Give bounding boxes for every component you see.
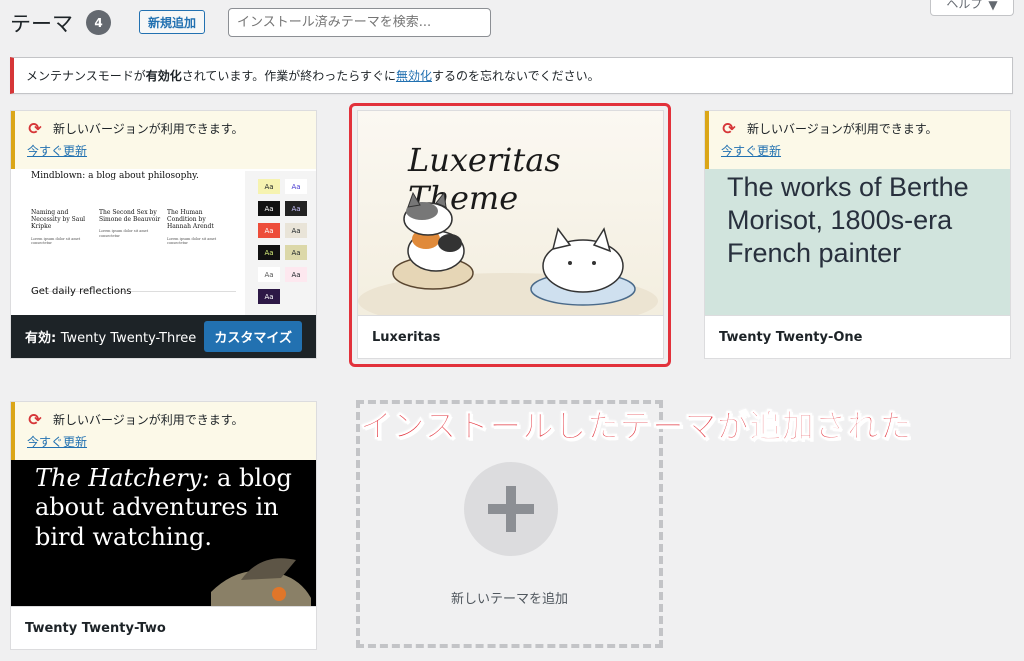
theme-name-bar: Luxeritas — [358, 315, 663, 358]
style-swatch: Aa — [285, 245, 307, 260]
style-swatch: Aa — [285, 267, 307, 282]
help-label: ヘルプ — [946, 0, 983, 11]
caret-down-icon: ▼ — [988, 0, 998, 12]
preview-post: The Human Condition by Hannah Arendt Lore… — [167, 209, 217, 246]
theme-name-bar: Twenty Twenty-Two — [11, 606, 316, 649]
style-swatch: Aa — [258, 289, 280, 304]
active-theme-bar: 有効: Twenty Twenty-Three カスタマイズ — [11, 315, 316, 358]
help-tab[interactable]: ヘルプ ▼ — [930, 0, 1014, 16]
preview-headline: The works of Berthe Morisot, 1800s-era F… — [727, 172, 969, 268]
notice-text-3: するのを忘れないでください。 — [432, 69, 600, 83]
theme-name: Twenty Twenty-Two — [25, 620, 166, 636]
theme-card-luxeritas[interactable]: Luxeritas Theme Luxeritas — [357, 110, 664, 359]
theme-name: Twenty Twenty-Three — [60, 331, 197, 346]
style-swatch: Aa — [285, 201, 307, 216]
theme-name-bar: Twenty Twenty-One — [705, 315, 1010, 358]
notice-text-2: されています。作業が終わったらすぐに — [181, 69, 396, 83]
update-icon: ⟳ — [28, 410, 42, 429]
cat-illustration — [358, 191, 658, 315]
disable-link[interactable]: 無効化 — [396, 67, 432, 84]
update-message: 新しいバージョンが利用できます。 — [53, 413, 244, 427]
preview-post: The Second Sex by Simone de Beauvoir Lore… — [99, 209, 161, 239]
update-message: 新しいバージョンが利用できます。 — [53, 122, 244, 136]
update-now-link[interactable]: 今すぐ更新 — [721, 142, 998, 159]
preview-daily: Get daily reflections — [31, 286, 132, 297]
notice-text-1: メンテナンスモードが — [26, 69, 146, 83]
update-notice: ⟳ 新しいバージョンが利用できます。 今すぐ更新 — [11, 402, 316, 460]
theme-card-twenty-twenty-three[interactable]: Mindblown: a blog about philosophy. Nami… — [10, 110, 317, 359]
style-swatch: Aa — [258, 245, 280, 260]
theme-card-twenty-twenty-one[interactable]: The works of Berthe Morisot, 1800s-era F… — [704, 110, 1011, 359]
style-swatch: Aa — [285, 223, 307, 238]
update-notice: ⟳ 新しいバージョンが利用できます。 今すぐ更新 — [705, 111, 1010, 169]
page-title: テーマ — [10, 12, 73, 36]
update-now-link[interactable]: 今すぐ更新 — [27, 142, 304, 159]
preview-blog-title: Mindblown: a blog about philosophy. — [31, 171, 199, 181]
customize-button[interactable]: カスタマイズ — [204, 321, 302, 352]
preview-post: Naming and Necessity by Saul Kripke Lorem… — [31, 209, 86, 246]
update-message: 新しいバージョンが利用できます。 — [747, 122, 938, 136]
theme-count-badge: 4 — [86, 10, 111, 35]
theme-search-input[interactable] — [228, 8, 491, 37]
theme-card-twenty-twenty-two[interactable]: The Hatchery: a blog about adventures in… — [10, 401, 317, 650]
update-icon: ⟳ — [28, 119, 42, 138]
style-swatch: Aa — [258, 201, 280, 216]
update-now-link[interactable]: 今すぐ更新 — [27, 433, 304, 450]
style-swatch: Aa — [258, 267, 280, 282]
theme-screenshot: Luxeritas Theme — [358, 111, 663, 315]
style-variations: Aa Aa Aa Aa Aa Aa Aa Aa Aa Aa Aa — [245, 171, 316, 315]
add-new-theme-label: 新しいテーマを追加 — [450, 592, 568, 607]
notice-bold: 有効化 — [145, 69, 182, 83]
style-swatch: Aa — [285, 179, 307, 194]
theme-name: Twenty Twenty-One — [719, 329, 863, 345]
add-new-button[interactable]: 新規追加 — [139, 10, 206, 34]
maintenance-notice: メンテナンスモードが 有効化 されています。作業が終わったらすぐに 無効化 するのを忘れ… — [10, 57, 1013, 94]
plus-icon — [464, 462, 558, 556]
theme-name: Luxeritas — [372, 329, 441, 345]
style-swatch: Aa — [258, 179, 280, 194]
update-icon: ⟳ — [722, 119, 736, 138]
style-swatch: Aa — [258, 223, 280, 238]
update-notice: ⟳ 新しいバージョンが利用できます。 今すぐ更新 — [11, 111, 316, 169]
active-label: 有効: — [25, 331, 57, 346]
annotation-text: インストールしたテーマが追加された — [360, 407, 912, 446]
